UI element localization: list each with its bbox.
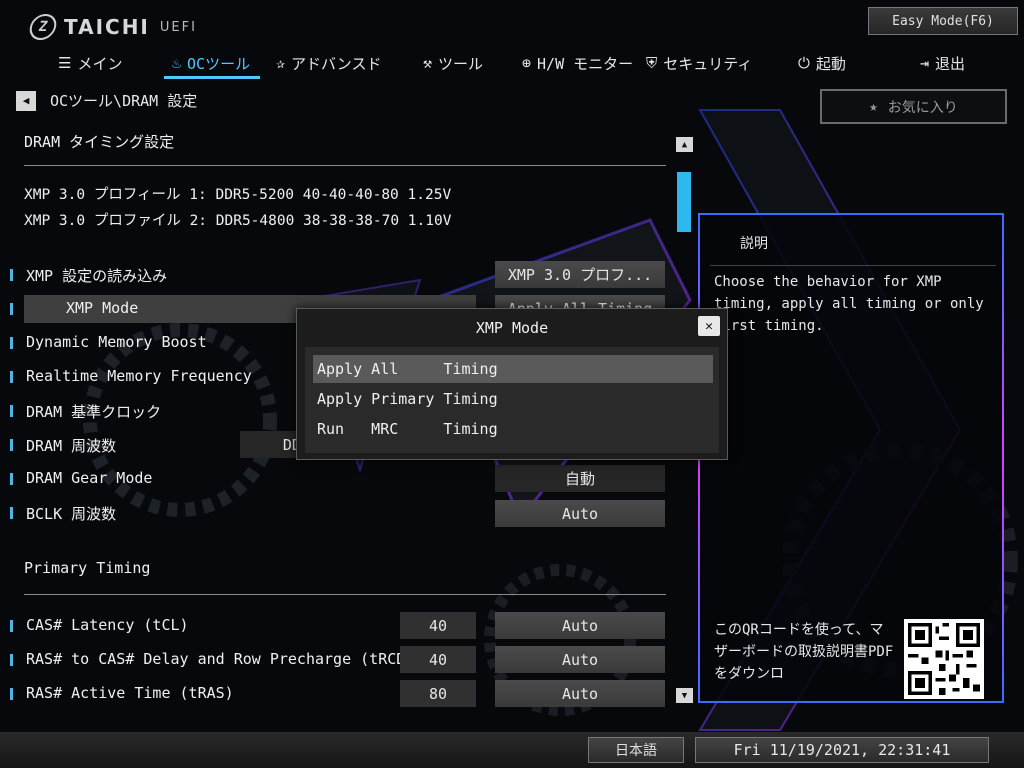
dram-gear-mode-value[interactable]: 自動 [495,465,665,492]
row-bullet [10,688,13,700]
setting-label: DRAM 周波数 [26,437,117,455]
power-icon: ⏻ [798,54,810,72]
scrollbar-thumb[interactable] [677,172,691,232]
setting-label: XMP Mode [66,299,139,317]
tras-value[interactable]: Auto [495,680,665,707]
nav-item-label: メイン [77,54,123,73]
setting-label: BCLK 周波数 [26,505,117,523]
row-bullet [10,620,13,632]
option-apply-primary-timing[interactable]: Apply Primary Timing [313,385,713,413]
favorites-label: お気に入り [887,99,958,116]
tools-icon: ⚒ [423,54,433,72]
taichi-logo-icon: Z [27,14,59,40]
description-title: 説明 [740,236,768,252]
setting-label: RAS# to CAS# Delay and Row Precharge (tR… [26,650,442,668]
option-run-mrc-timing[interactable]: Run MRC Timing [313,415,713,443]
flame-icon: ♨ [172,54,182,72]
row-bullet [10,303,13,315]
setting-label: Dynamic Memory Boost [26,333,207,351]
datetime-display: Fri 11/19/2021, 22:31:41 [695,737,989,763]
divider [24,165,666,166]
row-bullet [10,507,13,519]
nav-item-label: 退出 [935,54,966,73]
xmp-mode-dialog: XMP Mode ✕ Apply All Timing Apply Primar… [296,308,728,460]
nav-item-label: ツール [438,54,484,73]
shield-icon: ⛨ [646,54,658,72]
brand-logo: Z TAICHI UEFI [27,14,197,40]
nav-item-tools[interactable]: ⚒ ツール [423,48,483,78]
setting-label: XMP 設定の読み込み [26,267,168,285]
nav-item-label: アドバンスド [291,54,382,73]
nav-item-advanced[interactable]: ✰ アドバンスド [276,48,381,78]
option-apply-all-timing[interactable]: Apply All Timing [313,355,713,383]
breadcrumb-path: OCツール\DRAM 設定 [50,92,198,110]
star-icon: ✰ [276,54,286,72]
nav-item-label: H/W モニター [537,54,634,73]
breadcrumb: ◀ OCツール\DRAM 設定 [16,90,197,111]
brand-name: TAICHI [64,15,150,39]
scroll-down-arrow-icon[interactable]: ▼ [676,688,693,703]
nav-item-label: セキュリティ [663,54,753,73]
trcdtrp-value[interactable]: Auto [495,646,665,673]
crosshair-icon: ⊕ [522,54,532,72]
xmp-profile-2: XMP 3.0 プロファイル 2: DDR5-4800 38-38-38-70 … [24,213,452,229]
row-bullet [10,473,13,485]
language-button[interactable]: 日本語 [588,737,684,763]
favorites-button[interactable]: ★ お気に入り [820,89,1007,124]
tras-current-value: 80 [400,680,476,707]
dialog-options: Apply All Timing Apply Primary Timing Ru… [305,347,719,453]
row-bullet [10,337,13,349]
bclk-frequency-value[interactable]: Auto [495,500,665,527]
setting-label: Realtime Memory Frequency [26,367,252,385]
easy-mode-button[interactable]: Easy Mode(F6) [868,7,1018,35]
nav-item-hw-monitor[interactable]: ⊕ H/W モニター [522,48,633,78]
list-icon: ☰ [58,54,72,72]
nav-item-exit[interactable]: ⇥ 退出 [920,48,965,78]
star-icon: ★ [869,98,878,115]
setting-label: DRAM Gear Mode [26,469,153,487]
nav-item-label: 起動 [815,54,846,73]
load-xmp-value[interactable]: XMP 3.0 プロフ... [495,261,665,288]
setting-label: RAS# Active Time (tRAS) [26,684,234,702]
main-nav: ☰ メイン ♨ OCツール ✰ アドバンスド ⚒ ツール ⊕ H/W モニター … [0,48,1024,80]
nav-item-oc-tools[interactable]: ♨ OCツール [172,48,250,78]
tcl-value[interactable]: Auto [495,612,665,639]
description-text: Choose the behavior for XMP timing, appl… [714,274,984,334]
description-panel: 説明 Choose the behavior for XMP timing, a… [698,213,1004,703]
row-bullet [10,654,13,666]
xmp-profile-1: XMP 3.0 プロフィール 1: DDR5-5200 40-40-40-80 … [24,187,452,203]
exit-icon: ⇥ [920,54,930,72]
dialog-title: XMP Mode [475,319,549,337]
nav-item-security[interactable]: ⛨ セキュリティ [646,48,752,78]
trcdtrp-current-value: 40 [400,646,476,673]
nav-item-label: OCツール [187,54,251,73]
section-title-dram-timing: DRAM タイミング設定 [24,133,175,151]
close-icon[interactable]: ✕ [698,316,720,336]
divider [24,594,666,595]
scroll-up-arrow-icon[interactable]: ▲ [676,137,693,152]
row-bullet [10,405,13,417]
nav-item-main[interactable]: ☰ メイン [58,48,122,78]
setting-label: DRAM 基準クロック [26,403,162,421]
row-bullet [10,371,13,383]
row-bullet [10,269,13,281]
brand-sub: UEFI [159,19,197,35]
qr-caption: このQRコードを使って、マザーボードの取扱説明書PDFをダウンロ [714,622,894,682]
active-tab-indicator [164,76,260,79]
tcl-current-value: 40 [400,612,476,639]
nav-item-boot[interactable]: ⏻ 起動 [798,48,846,78]
divider [710,265,996,266]
qr-code [904,619,984,699]
setting-label: CAS# Latency (tCL) [26,616,189,634]
back-arrow-icon[interactable]: ◀ [16,90,36,111]
section-title-primary-timing: Primary Timing [24,559,151,577]
row-bullet [10,439,13,451]
